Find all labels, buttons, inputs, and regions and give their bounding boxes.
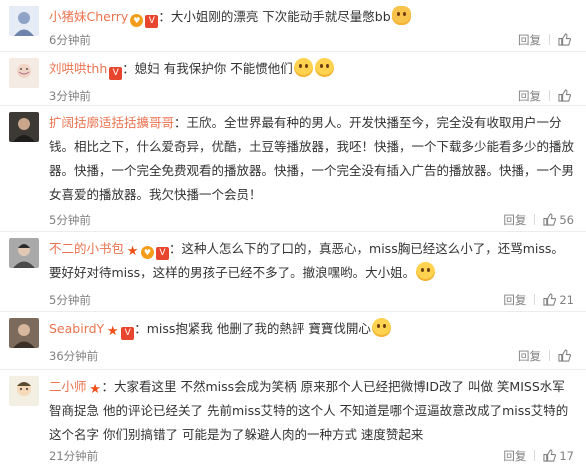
star-badge-icon[interactable]: ★ (89, 378, 102, 397)
smile-emoji-icon (293, 58, 313, 77)
avatar[interactable] (9, 238, 39, 268)
like-count: 21 (559, 293, 574, 307)
smile-emoji-icon (416, 262, 436, 281)
comment-text: miss抱紧我 他删了我的熱評 寶寶伐開心 (146, 321, 371, 336)
comment-item: 扩阔括廓适括括擴哥哥：王欣。全世界最有种的男人。开发快播至今，完全没有收取用户一… (0, 106, 586, 232)
star-badge-icon[interactable]: ★ (126, 240, 139, 259)
smile-emoji-icon (314, 58, 334, 77)
comment-actions: 回复 56 (503, 212, 574, 228)
comment-meta: 21分钟前 回复 17 (49, 448, 576, 464)
reply-button[interactable]: 回复 (518, 348, 541, 364)
timestamp: 21分钟前 (49, 449, 99, 463)
vip-badge-icon[interactable]: V (109, 67, 123, 80)
star-badge-icon[interactable]: ★ (106, 320, 119, 339)
reply-button[interactable]: 回复 (503, 292, 526, 308)
vip-badge-icon[interactable]: V (121, 327, 135, 340)
thumbs-up-icon (543, 213, 557, 226)
colon: ： (134, 321, 147, 336)
like-button[interactable] (558, 348, 574, 364)
comment-actions: 回复 17 (503, 448, 574, 464)
like-button[interactable]: 56 (543, 212, 574, 228)
username-link[interactable]: 刘哄哄thh (49, 61, 107, 76)
like-button[interactable] (558, 88, 574, 104)
timestamp: 3分钟前 (49, 89, 91, 103)
vip-badge-icon[interactable]: V (145, 15, 159, 28)
comment-actions: 回复 21 (503, 292, 574, 308)
member-badge-icon[interactable]: ♥ (141, 246, 155, 259)
divider (534, 450, 536, 461)
like-button[interactable]: 17 (543, 448, 574, 464)
like-count: 17 (559, 449, 574, 463)
timestamp: 36分钟前 (49, 349, 99, 363)
comment-item: 不二的小书包 ★ ♥ V ：这种人怎么下的了口的，真恶心，miss胸已经这么小了，还骂m… (0, 232, 586, 312)
member-badge-icon[interactable]: ♥ (130, 14, 144, 27)
comment-meta: 5分钟前 回复 56 (49, 212, 576, 228)
reply-button[interactable]: 回复 (503, 448, 526, 464)
comment-item: 刘哄哄thh V ：媳妇 有我保护你 不能惯他们 3分钟前 回复 (0, 52, 586, 106)
divider (549, 90, 550, 101)
thumbs-up-icon (558, 349, 571, 362)
colon: ： (122, 61, 135, 76)
username-link[interactable]: 二小师 (49, 379, 87, 394)
comment-text: 大家看这里 不然miss会成为笑柄 原来那个人已经把微博ID改了 叫做 笑MIS… (49, 379, 569, 442)
vip-badge-icon[interactable]: V (156, 247, 170, 260)
comment-actions: 回复 (518, 88, 574, 104)
timestamp: 6分钟前 (49, 33, 91, 47)
reply-button[interactable]: 回复 (518, 88, 541, 104)
comment-item: 二小师 ★：大家看这里 不然miss会成为笑柄 原来那个人已经把微博ID改了 叫做… (0, 370, 586, 468)
username-link[interactable]: 扩阔括廓适括括擴哥哥 (49, 115, 174, 130)
comment-body: 二小师 ★：大家看这里 不然miss会成为笑柄 原来那个人已经把微博ID改了 叫做… (49, 375, 576, 447)
thumbs-up-icon (543, 293, 557, 306)
comment-meta: 5分钟前 回复 21 (49, 292, 576, 308)
reply-button[interactable]: 回复 (503, 212, 526, 228)
comment-meta: 3分钟前 回复 (49, 88, 576, 104)
comment-body: 扩阔括廓适括括擴哥哥：王欣。全世界最有种的男人。开发快播至今，完全没有收取用户一… (49, 111, 576, 207)
timestamp: 5分钟前 (49, 293, 91, 307)
thumbs-up-icon (558, 89, 571, 102)
cat-emoji-icon (391, 6, 411, 25)
like-button[interactable]: 21 (543, 292, 574, 308)
avatar[interactable] (9, 6, 39, 36)
comment-body: 不二的小书包 ★ ♥ V ：这种人怎么下的了口的，真恶心，miss胸已经这么小了，还骂m… (49, 237, 576, 285)
divider (534, 214, 536, 225)
thumbs-up-icon (543, 449, 557, 462)
reply-button[interactable]: 回复 (518, 32, 541, 48)
comment-actions: 回复 (518, 32, 574, 48)
avatar[interactable] (9, 112, 39, 142)
divider (549, 350, 550, 361)
comment-text: 媳妇 有我保护你 不能惯他们 (134, 61, 293, 76)
username-link[interactable]: 不二的小书包 (49, 241, 124, 256)
colon: ： (101, 379, 115, 394)
comment-item: SeabirdY ★ V ：miss抱紧我 他删了我的熱評 寶寶伐開心 36分钟前 回… (0, 312, 586, 370)
avatar[interactable] (9, 58, 39, 88)
comment-actions: 回复 (518, 348, 574, 364)
comment-meta: 6分钟前 回复 (49, 32, 576, 48)
divider (549, 34, 550, 45)
colon: ： (158, 9, 171, 24)
comment-text: 大小姐刚的漂亮 下次能动手就尽量憋bb (170, 9, 391, 24)
comment-body: 刘哄哄thh V ：媳妇 有我保护你 不能惯他们 (49, 57, 576, 81)
comment-item: 小猪妹Cherry ♥ V ：大小姐刚的漂亮 下次能动手就尽量憋bb 6分钟前 回复 (0, 0, 586, 52)
like-count: 56 (559, 213, 574, 227)
colon: ： (169, 241, 182, 256)
colon: ： (174, 115, 187, 130)
comment-body: 小猪妹Cherry ♥ V ：大小姐刚的漂亮 下次能动手就尽量憋bb (49, 5, 576, 29)
avatar[interactable] (9, 376, 39, 406)
like-button[interactable] (558, 32, 574, 48)
avatar[interactable] (9, 318, 39, 348)
thumbs-up-icon (558, 33, 571, 46)
username-link[interactable]: SeabirdY (49, 321, 104, 336)
crying-emoji-icon (371, 318, 391, 337)
timestamp: 5分钟前 (49, 213, 91, 227)
comment-meta: 36分钟前 回复 (49, 348, 576, 364)
comment-body: SeabirdY ★ V ：miss抱紧我 他删了我的熱評 寶寶伐開心 (49, 317, 576, 341)
divider (534, 294, 536, 305)
username-link[interactable]: 小猪妹Cherry (49, 9, 128, 24)
